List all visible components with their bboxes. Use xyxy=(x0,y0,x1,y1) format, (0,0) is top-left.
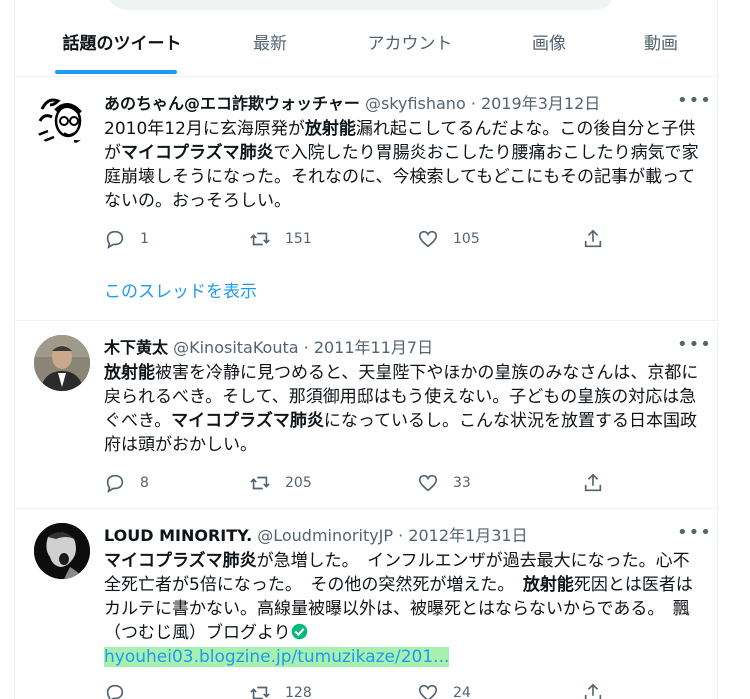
tweet[interactable]: LOUD MINORITY. @LoudminorityJP · 2012年1月… xyxy=(15,509,719,699)
tab-images-label: 画像 xyxy=(532,34,566,54)
highlight-term: マイコプラズマ肺炎 xyxy=(104,551,257,571)
tweet-actions: 8 205 33 xyxy=(104,471,624,495)
tab-top-label: 話題のツイート xyxy=(62,34,182,54)
highlight-term: マイコプラズマ肺炎 xyxy=(121,143,274,163)
retweet-count: 205 xyxy=(285,475,312,491)
tab-accounts[interactable]: アカウント xyxy=(355,14,465,76)
separator-dot: · xyxy=(298,338,314,357)
more-icon[interactable]: ••• xyxy=(677,336,711,360)
separator-dot: · xyxy=(393,526,409,545)
tab-videos-label: 動画 xyxy=(644,34,678,54)
display-name[interactable]: 木下黄太 xyxy=(104,338,168,357)
search-bar[interactable] xyxy=(107,0,615,10)
tweet-actions: 1 151 105 xyxy=(104,227,624,251)
like-button[interactable]: 33 xyxy=(417,471,471,495)
timeline-column: 話題のツイート 最新 アカウント 画像 動画 あのちゃん@エコ詐欺ウォッチャー … xyxy=(14,0,719,699)
retweet-icon xyxy=(250,476,270,490)
reply-button[interactable]: 1 xyxy=(104,227,149,251)
sketch-avatar[interactable] xyxy=(34,91,90,147)
tweet-date[interactable]: 2019年3月12日 xyxy=(481,94,600,113)
tweet-actions: 128 24 xyxy=(104,681,624,699)
tab-top[interactable]: 話題のツイート xyxy=(37,14,207,76)
reply-icon xyxy=(106,230,124,249)
user-handle[interactable]: @KinositaKouta xyxy=(173,338,298,357)
check-circle-icon xyxy=(291,623,307,640)
more-icon[interactable]: ••• xyxy=(677,524,711,548)
user-handle[interactable]: @LoudminorityJP xyxy=(257,526,393,545)
reply-icon xyxy=(106,474,124,493)
reply-button[interactable]: 8 xyxy=(104,471,149,495)
highlight-term: 放射能 xyxy=(104,363,155,383)
retweet-button[interactable]: 151 xyxy=(249,227,312,251)
photo-avatar[interactable] xyxy=(34,523,90,579)
tab-latest[interactable]: 最新 xyxy=(235,14,305,76)
tweet-header: LOUD MINORITY. @LoudminorityJP · 2012年1月… xyxy=(104,524,711,548)
like-button[interactable]: 105 xyxy=(417,227,480,251)
like-count: 33 xyxy=(453,475,471,491)
highlight-term: 放射能 xyxy=(304,119,356,139)
share-button[interactable] xyxy=(582,681,618,699)
photo-avatar[interactable] xyxy=(34,335,90,391)
separator-dot: · xyxy=(465,94,481,113)
tweet-header: あのちゃん@エコ詐欺ウォッチャー @skyfishano · 2019年3月12… xyxy=(104,92,711,116)
tab-videos[interactable]: 動画 xyxy=(629,14,693,76)
tweet-text: マイコプラズマ肺炎が急増した。 インフルエンザが過去最大になった。心不全死亡者が… xyxy=(104,549,704,669)
retweet-count: 128 xyxy=(285,685,312,699)
reply-count: 8 xyxy=(140,475,149,491)
heart-icon xyxy=(418,474,438,492)
share-button[interactable] xyxy=(582,227,618,251)
reply-icon xyxy=(106,684,124,699)
heart-icon xyxy=(418,684,438,699)
share-icon xyxy=(584,229,602,248)
active-tab-indicator xyxy=(55,70,177,74)
display-name[interactable]: LOUD MINORITY. xyxy=(104,526,252,545)
tab-images[interactable]: 画像 xyxy=(517,14,581,76)
tweet-date[interactable]: 2011年11月7日 xyxy=(314,338,433,357)
reply-count: 1 xyxy=(140,231,149,247)
retweet-button[interactable]: 128 xyxy=(249,681,312,699)
tweet-text: 2010年12月に玄海原発が放射能漏れ起こしてるんだよな。この後自分と子供がマイ… xyxy=(104,117,704,213)
more-icon[interactable]: ••• xyxy=(677,92,711,116)
tweet-text: 放射能被害を冷静に見つめると、天皇陛下やほかの皇族のみなさんは、京都に戻られるべ… xyxy=(104,361,704,457)
tab-accounts-label: アカウント xyxy=(367,34,453,54)
reply-button[interactable] xyxy=(104,681,140,699)
show-thread-link[interactable]: このスレッドを表示 xyxy=(104,280,257,304)
page-background: 話題のツイート 最新 アカウント 画像 動画 あのちゃん@エコ詐欺ウォッチャー … xyxy=(0,0,750,699)
heart-icon xyxy=(418,230,438,248)
retweet-icon xyxy=(250,232,270,246)
text-segment: 2010年12月に玄海原発が xyxy=(104,119,305,139)
search-tabs: 話題のツイート 最新 アカウント 画像 動画 xyxy=(15,14,719,76)
like-button[interactable]: 24 xyxy=(417,681,471,699)
highlight-term: 放射能 xyxy=(522,575,574,595)
retweet-count: 151 xyxy=(285,231,312,247)
like-count: 105 xyxy=(453,231,480,247)
tab-latest-label: 最新 xyxy=(253,34,287,54)
user-handle[interactable]: @skyfishano xyxy=(365,94,466,113)
blog-link[interactable]: hyouhei03.blogzine.jp/tumuzikaze/201... xyxy=(104,647,450,667)
tweet-date[interactable]: 2012年1月31日 xyxy=(408,526,527,545)
retweet-icon xyxy=(250,686,270,699)
tweet-header: 木下黄太 @KinositaKouta · 2011年11月7日 ••• xyxy=(104,336,711,360)
tweet[interactable]: 木下黄太 @KinositaKouta · 2011年11月7日 ••• 放射能… xyxy=(15,321,719,509)
highlight-term: マイコプラズマ肺炎 xyxy=(171,411,324,431)
share-icon xyxy=(584,473,602,492)
display-name[interactable]: あのちゃん@エコ詐欺ウォッチャー xyxy=(104,94,360,113)
tweet[interactable]: あのちゃん@エコ詐欺ウォッチャー @skyfishano · 2019年3月12… xyxy=(15,77,719,321)
share-button[interactable] xyxy=(582,471,618,495)
share-icon xyxy=(584,683,602,699)
like-count: 24 xyxy=(453,685,471,699)
retweet-button[interactable]: 205 xyxy=(249,471,312,495)
